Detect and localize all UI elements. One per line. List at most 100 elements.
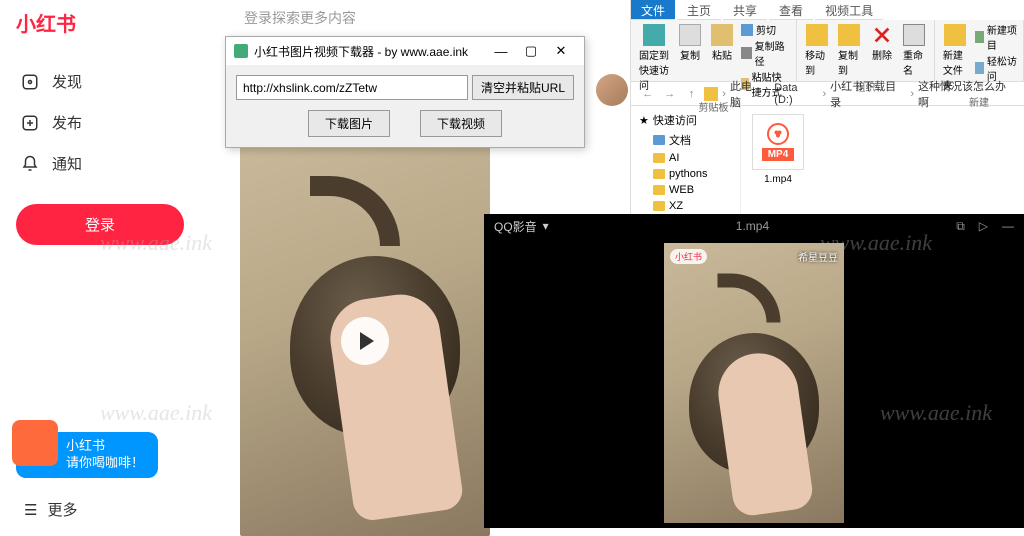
mascot-icon <box>12 420 58 466</box>
tab-view[interactable]: 查看 <box>769 0 813 20</box>
cat-illustration <box>310 176 400 246</box>
more-label: 更多 <box>47 499 77 520</box>
bc-segment[interactable]: 这种情况该怎么办啊 <box>918 78 1016 110</box>
window-title: 小红书图片视频下载器 - by www.aae.ink <box>254 43 486 60</box>
maximize-button[interactable]: ▢ <box>516 41 546 61</box>
tab-home[interactable]: 主页 <box>677 0 721 20</box>
tree-item[interactable]: 文档 <box>635 130 736 150</box>
bc-segment[interactable]: 小红书下载目录 <box>830 78 906 110</box>
file-pane[interactable]: MP4 1.mp4 <box>741 106 1024 214</box>
close-button[interactable]: ✕ <box>546 41 576 61</box>
play-icon[interactable] <box>341 317 389 365</box>
file-thumbnail: MP4 <box>752 114 804 170</box>
newitem-button[interactable]: 新建项目 <box>975 22 1017 52</box>
chevron-icon: › <box>722 88 726 100</box>
nav-more[interactable]: ☰ 更多 <box>24 499 77 520</box>
pin-button[interactable]: 固定到快速访问 <box>637 22 671 94</box>
copypath-button[interactable]: 复制路径 <box>741 38 790 68</box>
copyto-button[interactable]: 复制到 <box>836 22 863 79</box>
tab-share[interactable]: 共享 <box>723 0 767 20</box>
rename-button[interactable]: 重命名 <box>901 22 928 79</box>
mp4-badge: MP4 <box>762 148 795 161</box>
ribbon: 固定到快速访问 复制 粘贴 剪切 复制路径 粘贴快捷方式 剪贴板 移动到 复制到… <box>631 20 1024 82</box>
folder-icon <box>653 185 665 195</box>
copyto-icon <box>838 24 860 46</box>
cut-button[interactable]: 剪切 <box>741 22 790 37</box>
player-appname[interactable]: QQ影音 ▾ <box>494 218 549 235</box>
file-explorer: 文件 主页 共享 查看 视频工具 固定到快速访问 复制 粘贴 剪切 复制路径 粘… <box>630 0 1024 214</box>
forward-button[interactable]: → <box>661 85 679 103</box>
xhs-logo: 小红书 <box>16 8 184 37</box>
video-frame: 小红书 希星豆豆 <box>664 243 844 523</box>
paste-button[interactable]: 粘贴 <box>709 22 735 64</box>
bc-segment[interactable]: 此电脑 <box>730 78 763 110</box>
delete-button[interactable]: 删除 <box>869 22 895 64</box>
delete-icon <box>871 24 893 46</box>
moveto-button[interactable]: 移动到 <box>803 22 830 79</box>
app-icon <box>234 44 248 58</box>
copy-button[interactable]: 复制 <box>677 22 703 64</box>
minimize-button[interactable]: — <box>1002 219 1014 234</box>
tree-item[interactable]: AI <box>635 150 736 166</box>
tab-file[interactable]: 文件 <box>631 0 675 20</box>
login-button[interactable]: 登录 <box>16 204 184 245</box>
download-image-button[interactable]: 下载图片 <box>308 110 390 137</box>
folder-icon <box>653 201 665 211</box>
nav-label: 发现 <box>52 71 82 92</box>
pin-button[interactable]: ▷ <box>979 219 988 234</box>
url-input[interactable] <box>236 75 468 100</box>
nav-notify[interactable]: 通知 <box>16 143 184 184</box>
tab-video[interactable]: 视频工具 <box>815 0 883 20</box>
chevron-icon: › <box>767 88 771 100</box>
nav-label: 发布 <box>52 112 82 133</box>
hamburger-icon: ☰ <box>24 501 37 519</box>
explorer-body: ★快速访问 文档 AI pythons WEB XZ MP4 1.mp4 <box>631 106 1024 214</box>
tree-quick-access[interactable]: ★快速访问 <box>635 110 736 130</box>
tree-item[interactable]: XZ <box>635 198 736 214</box>
ribbon-group-organize: 移动到 复制到 删除 重命名 组织 <box>797 20 935 81</box>
tree-item[interactable]: WEB <box>635 182 736 198</box>
newfolder-icon <box>944 24 966 46</box>
nav-discover[interactable]: 发现 <box>16 61 184 102</box>
clear-paste-button[interactable]: 清空并粘贴URL <box>472 75 574 100</box>
search-hint[interactable]: 登录探索更多内容 <box>240 0 630 36</box>
titlebar[interactable]: 小红书图片视频下载器 - by www.aae.ink — ▢ ✕ <box>226 37 584 65</box>
up-button[interactable]: ↑ <box>683 85 701 103</box>
bc-segment[interactable]: Data (D:) <box>774 82 818 106</box>
feed-video-card[interactable] <box>240 146 490 536</box>
scissors-icon <box>741 24 753 36</box>
folder-icon <box>653 135 665 145</box>
cat-illustration <box>718 274 781 323</box>
plus-icon <box>20 113 40 133</box>
tree-item[interactable]: pythons <box>635 166 736 182</box>
back-button[interactable]: ← <box>639 85 657 103</box>
compass-icon <box>20 72 40 92</box>
downloader-window: 小红书图片视频下载器 - by www.aae.ink — ▢ ✕ 清空并粘贴U… <box>225 36 585 148</box>
chevron-icon: › <box>822 88 826 100</box>
ribbon-group-new: 新建文件夹 新建项目 轻松访问 新建 <box>935 20 1024 81</box>
dialog-body: 清空并粘贴URL 下载图片 下载视频 <box>226 65 584 147</box>
video-author: 希星豆豆 <box>798 249 838 264</box>
coffee-promo[interactable]: 小红书 请你喝咖啡！ <box>16 432 158 478</box>
move-icon <box>806 24 828 46</box>
pin-icon <box>643 24 665 46</box>
pip-button[interactable]: ⧉ <box>956 219 965 234</box>
minimize-button[interactable]: — <box>486 41 516 61</box>
qq-player-window: QQ影音 ▾ 1.mp4 ⧉ ▷ — 小红书 希星豆豆 <box>484 214 1024 528</box>
video-watermark-logo: 小红书 <box>670 249 707 264</box>
player-titlebar[interactable]: QQ影音 ▾ 1.mp4 ⧉ ▷ — <box>484 214 1024 238</box>
newitem-icon <box>975 31 984 43</box>
video-icon <box>767 123 789 145</box>
video-area[interactable]: 小红书 希星豆豆 <box>484 238 1024 528</box>
avatar[interactable] <box>596 74 628 106</box>
folder-tree: ★快速访问 文档 AI pythons WEB XZ <box>631 106 741 214</box>
nav-publish[interactable]: 发布 <box>16 102 184 143</box>
ribbon-tabs: 文件 主页 共享 查看 视频工具 <box>631 0 1024 20</box>
download-video-button[interactable]: 下载视频 <box>420 110 502 137</box>
rename-icon <box>903 24 925 46</box>
folder-icon <box>653 153 665 163</box>
bell-icon <box>20 154 40 174</box>
folder-icon <box>704 87 718 101</box>
file-item[interactable]: MP4 1.mp4 <box>749 114 807 185</box>
breadcrumb: ← → ↑ › 此电脑 › Data (D:) › 小红书下载目录 › 这种情况… <box>631 82 1024 106</box>
